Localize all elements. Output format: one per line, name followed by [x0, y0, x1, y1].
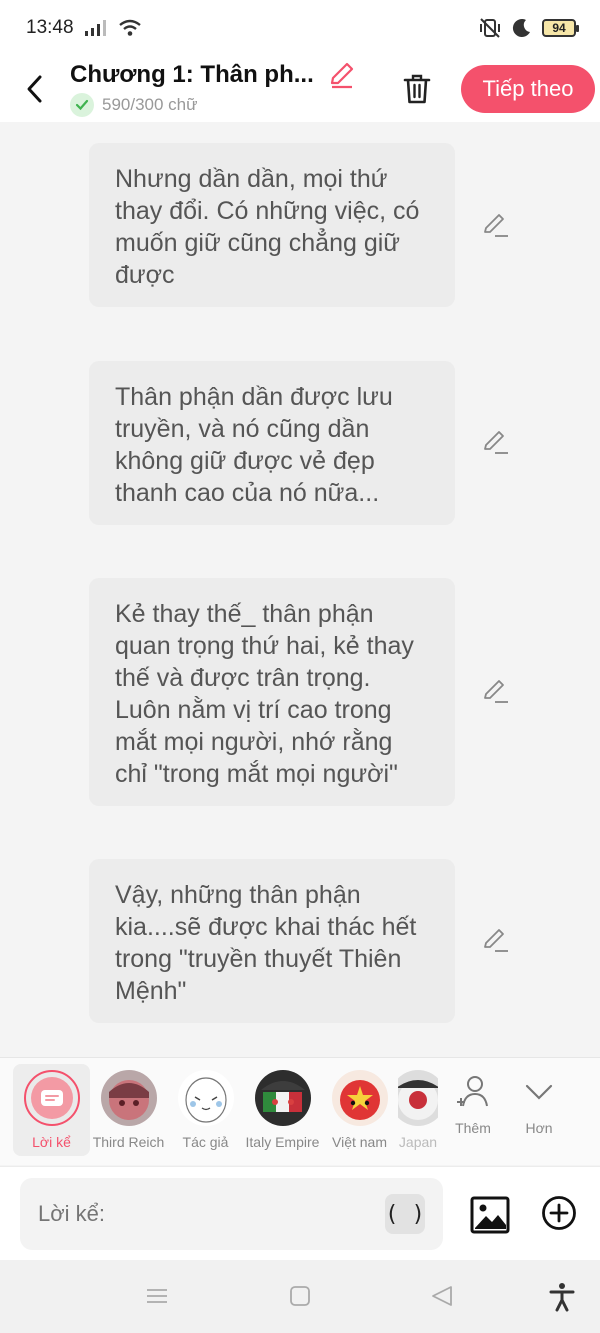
image-icon[interactable]: [470, 1195, 510, 1235]
add-character-button[interactable]: Thêm: [440, 1058, 506, 1136]
back-button[interactable]: [0, 56, 70, 122]
message-text: Vậy, những thân phận kia....sẽ được khai…: [115, 881, 417, 1005]
message-bubble[interactable]: Thân phận dần được lưu truyền, và nó cũn…: [89, 361, 455, 525]
next-button[interactable]: Tiếp theo: [461, 65, 595, 113]
message-bubble[interactable]: Kẻ thay thế_ thân phận quan trọng thứ ha…: [89, 578, 455, 806]
edit-icon[interactable]: [482, 429, 510, 457]
home-icon[interactable]: [288, 1284, 312, 1308]
avatar: [254, 1070, 311, 1126]
message-text: Kẻ thay thế_ thân phận quan trọng thứ ha…: [115, 600, 414, 788]
character-bar: Lời kể Third Reich Tác giả Italy Empire …: [0, 1057, 600, 1165]
character-item-italy-empire[interactable]: Italy Empire: [244, 1058, 321, 1150]
word-count: 590/300 chữ: [102, 95, 198, 114]
status-time: 13:48: [26, 17, 74, 38]
moon-icon: [512, 19, 530, 38]
expand-label: Hơn: [525, 1120, 553, 1136]
message-text: Thân phận dần được lưu truyền, và nó cũn…: [115, 383, 393, 507]
expand-button[interactable]: Hơn: [506, 1058, 572, 1136]
character-item-third-reich[interactable]: Third Reich: [90, 1058, 167, 1150]
edit-title-icon[interactable]: [328, 61, 356, 89]
vibrate-off-icon: [480, 18, 500, 38]
accessibility-icon[interactable]: [548, 1282, 576, 1312]
chevron-left-icon: [27, 75, 42, 103]
narrator-icon: [40, 1090, 63, 1106]
message-bubble[interactable]: Nhưng dần dần, mọi thứ thay đổi. Có nhữn…: [89, 143, 455, 307]
wifi-icon: [118, 19, 141, 36]
status-bar: 13:48 94: [0, 0, 600, 56]
character-name: Việt nam: [332, 1134, 387, 1150]
chapter-info: Chương 1: Thân ph... 590/300 chữ: [70, 61, 385, 117]
story-content[interactable]: Nhưng dần dần, mọi thứ thay đổi. Có nhữn…: [0, 122, 600, 1057]
menu-icon[interactable]: [145, 1284, 169, 1308]
character-name: Italy Empire: [245, 1134, 320, 1150]
character-name: Third Reich: [92, 1134, 165, 1150]
check-icon: [70, 93, 94, 117]
add-user-icon: [457, 1076, 488, 1107]
character-name: Japan: [398, 1134, 438, 1150]
more-label: Thêm: [455, 1120, 491, 1136]
message-bubble[interactable]: Vậy, những thân phận kia....sẽ được khai…: [89, 859, 455, 1023]
bracket-button[interactable]: ( ): [385, 1194, 425, 1234]
character-item-narrator[interactable]: Lời kể: [13, 1064, 90, 1156]
avatar: [177, 1070, 234, 1126]
back-nav-icon[interactable]: [430, 1284, 454, 1308]
battery-level: 94: [552, 21, 566, 35]
chapter-title: Chương 1: Thân ph...: [70, 61, 314, 88]
character-item-author[interactable]: Tác giả: [167, 1058, 244, 1150]
editor-header: Chương 1: Thân ph... 590/300 chữ Tiếp th…: [0, 56, 600, 122]
input-area: ( ): [0, 1166, 600, 1260]
signal-icon: [84, 20, 106, 36]
avatar: [331, 1070, 388, 1126]
character-item-viet-nam[interactable]: Việt nam: [321, 1058, 398, 1150]
narrator-avatar: [23, 1070, 80, 1126]
delete-button[interactable]: [387, 59, 447, 119]
character-list[interactable]: Lời kể Third Reich Tác giả Italy Empire …: [0, 1058, 440, 1166]
character-name: Lời kể: [32, 1134, 71, 1150]
system-nav-bar: [0, 1260, 600, 1333]
character-item-japan[interactable]: Japan: [398, 1058, 438, 1150]
trash-icon: [403, 74, 431, 104]
battery-indicator: 94: [542, 19, 579, 37]
chevron-down-icon: [525, 1084, 553, 1100]
add-icon[interactable]: [541, 1195, 577, 1231]
message-text: Nhưng dần dần, mọi thứ thay đổi. Có nhữn…: [115, 165, 420, 289]
edit-icon[interactable]: [482, 927, 510, 955]
narration-input[interactable]: [20, 1178, 443, 1250]
avatar: [100, 1070, 157, 1126]
edit-icon[interactable]: [482, 678, 510, 706]
edit-icon[interactable]: [482, 212, 510, 240]
avatar: [398, 1070, 438, 1126]
character-name: Tác giả: [182, 1134, 229, 1150]
